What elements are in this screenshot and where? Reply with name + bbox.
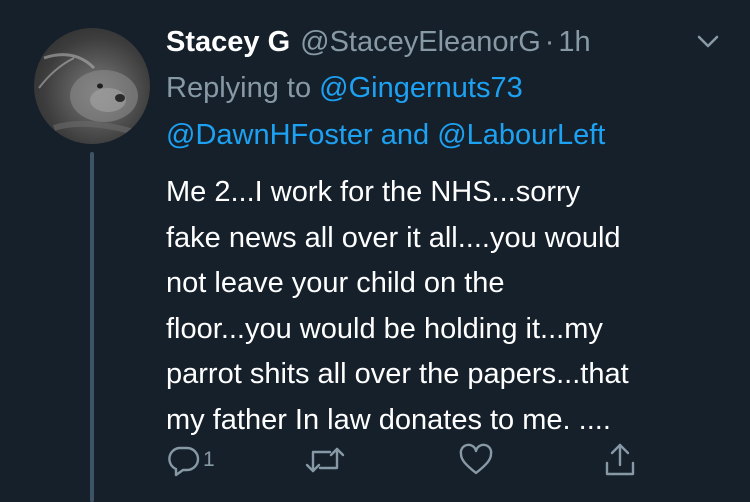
share-icon [605, 443, 635, 476]
chevron-down-icon[interactable] [694, 30, 722, 52]
separator-dot: · [544, 26, 555, 58]
replying-to-line-2: @DawnHFoster and @LabourLeft [166, 117, 605, 153]
tweet-text-line: parrot shits all over the papers...that [166, 358, 629, 390]
reply-button[interactable]: 1 [166, 440, 215, 480]
tweet-text-line: Me 2...I work for the NHS...sorry [166, 176, 581, 208]
replying-to-label: Replying to [166, 72, 312, 104]
tweet-text-line: fake news all over it all....you would [166, 221, 621, 254]
user-handle[interactable]: @StaceyEleanorG [300, 24, 541, 60]
retweet-button[interactable] [304, 440, 346, 480]
reply-mention-link[interactable]: @LabourLeft [437, 119, 605, 151]
display-name[interactable]: Stacey G [166, 24, 290, 60]
share-button[interactable] [603, 440, 637, 480]
reply-count: 1 [203, 448, 215, 471]
action-bar: 1 [0, 440, 750, 480]
replying-to-line: Replying to @Gingernuts73 [166, 70, 523, 106]
like-button[interactable] [458, 440, 494, 480]
tweet-text: Me 2...I work for the NHS...sorry fake n… [166, 170, 736, 443]
tweet-text-line: floor...you would be holding it...my [166, 312, 603, 345]
timestamp[interactable]: 1h [558, 24, 590, 60]
avatar-photo [38, 53, 138, 135]
tweet-card: Stacey G @StaceyEleanorG · 1h Replying t… [0, 0, 750, 502]
retweet-icon [305, 447, 345, 473]
like-icon [459, 443, 493, 475]
tweet-text-line: not leave your child on the [166, 267, 505, 299]
reply-joiner: and [380, 119, 430, 151]
reply-mention-link[interactable]: @Gingernuts73 [319, 72, 523, 104]
reply-mention-link[interactable]: @DawnHFoster [166, 119, 373, 151]
tweet-text-line: my father In law donates to me. .... [166, 403, 611, 436]
tweet-header: Stacey G @StaceyEleanorG · 1h [166, 24, 591, 60]
reply-icon [168, 446, 200, 477]
avatar[interactable] [34, 28, 150, 144]
